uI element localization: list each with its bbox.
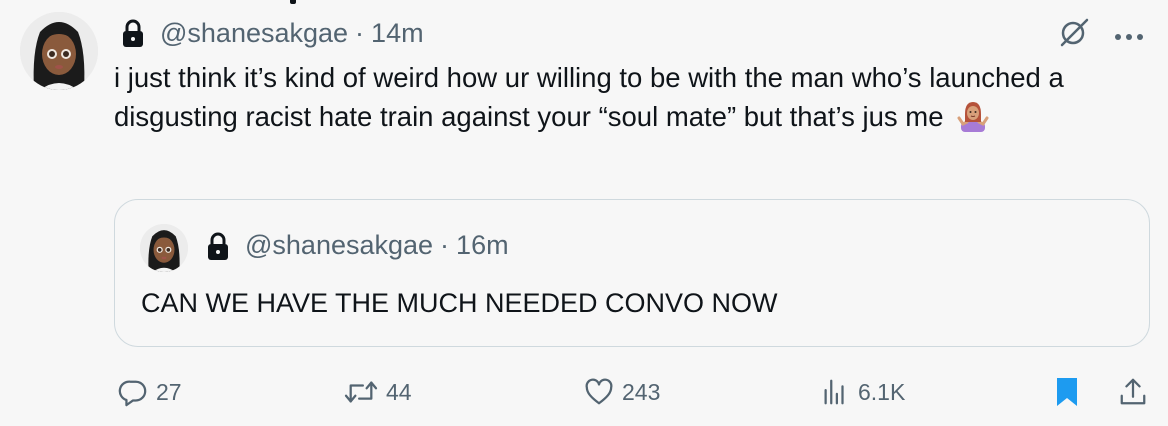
lock-icon [120, 18, 146, 48]
grok-icon[interactable] [1058, 16, 1090, 48]
share-icon [1120, 378, 1146, 405]
views-icon [824, 379, 844, 405]
quote-header: @shanesakgae · 16m [205, 230, 509, 261]
quote-text: CAN WE HAVE THE MUCH NEEDED CONVO NOW [141, 288, 778, 318]
action-bar: 27 44 243 6.1K [114, 370, 1154, 414]
more-icon[interactable] [1114, 22, 1144, 42]
quote-author-handle[interactable]: @shanesakgae [245, 230, 433, 261]
timestamp[interactable]: 14m [371, 18, 424, 49]
quote-header-separator: · [440, 230, 450, 260]
repost-button[interactable]: 44 [344, 370, 412, 414]
quote-timestamp[interactable]: 16m [456, 230, 509, 261]
repost-icon [344, 381, 378, 403]
avatar[interactable] [20, 12, 98, 90]
bookmark-button[interactable] [1054, 370, 1088, 414]
header-separator: · [355, 17, 365, 48]
views-button[interactable]: 6.1K [820, 370, 905, 414]
reply-count: 27 [156, 378, 182, 405]
author-handle[interactable]: @shanesakgae [160, 18, 348, 49]
heart-icon [585, 378, 613, 405]
person-shrugging-emoji-icon [957, 100, 989, 132]
bookmark-icon [1057, 378, 1077, 406]
like-count: 243 [622, 378, 661, 405]
share-button[interactable] [1118, 370, 1156, 414]
view-count: 6.1K [858, 378, 906, 405]
lock-icon [205, 231, 231, 261]
reply-icon [118, 380, 147, 407]
tweet-text: i just think it’s kind of weird how ur w… [114, 58, 1144, 136]
thread-connector-line [290, 0, 296, 4]
tweet-header: @shanesakgae · 14m [120, 16, 424, 50]
like-button[interactable]: 243 [584, 370, 660, 414]
repost-count: 44 [386, 378, 412, 405]
top-actions [1058, 16, 1144, 48]
reply-button[interactable]: 27 [118, 370, 182, 414]
quoted-tweet[interactable]: @shanesakgae · 16m CAN WE HAVE THE MUCH … [114, 199, 1150, 347]
quote-avatar[interactable] [140, 224, 188, 272]
tweet-text-content: i just think it’s kind of weird how ur w… [114, 62, 1064, 132]
